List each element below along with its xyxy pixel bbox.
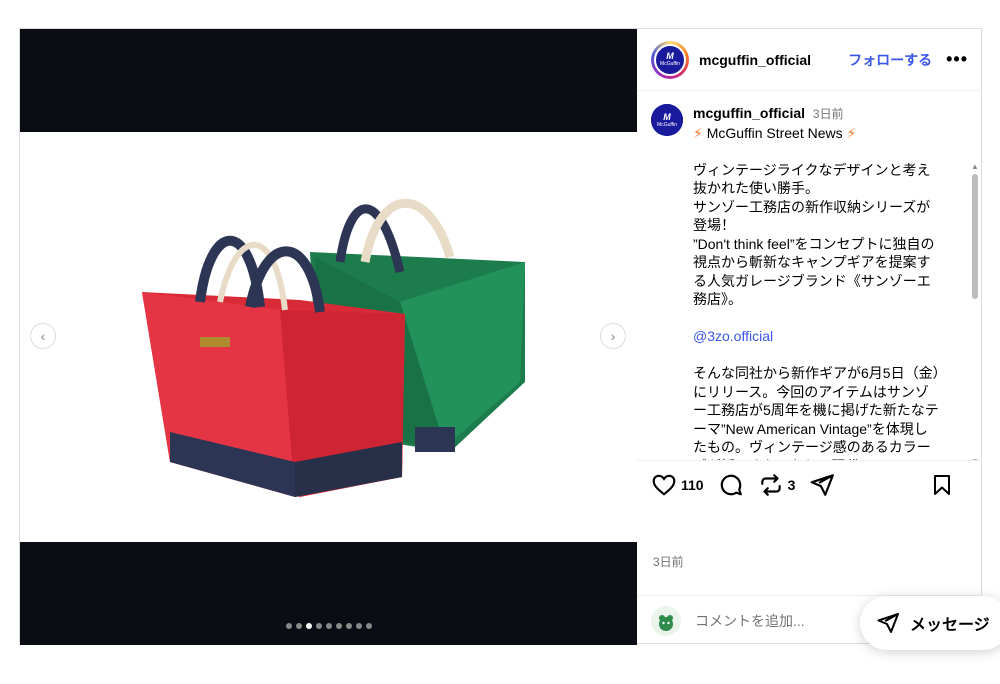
post-header: M McGuffin mcguffin_official フォローする ••• — [637, 29, 982, 91]
heart-icon — [652, 474, 676, 496]
caption-row: M McGuffin mcguffin_official 3日前 ⚡ McGuf… — [637, 92, 982, 460]
comment-input[interactable]: コメントを追加... — [695, 611, 805, 631]
follow-button[interactable]: フォローする — [848, 50, 932, 70]
carousel-next-button[interactable]: › — [600, 323, 626, 349]
lightning-icon: ⚡ — [693, 124, 703, 141]
carousel-dot — [285, 623, 292, 629]
caption-paragraph-2: そんな同社から新作ギアが6月5日（金） にリリース。今回のアイテムはサンゾ ー工務店… — [693, 364, 951, 460]
repost-button[interactable]: 3 — [758, 472, 796, 498]
carousel-prev-button[interactable]: ‹ — [30, 323, 56, 349]
caption-paragraph-1: ヴィンテージライクなデザインと考え 抜かれた使い勝手。サンゾー工務店の新作収納シリ… — [693, 161, 951, 309]
caption-line: 登場！ — [693, 217, 735, 233]
caption-line: 務店》。 — [693, 291, 742, 307]
save-button[interactable] — [930, 473, 954, 497]
carousel-indicator — [20, 623, 637, 629]
account-avatar[interactable]: M McGuffin — [651, 40, 689, 79]
carousel-dot — [355, 623, 362, 629]
brand-logo-text: McGuffin — [660, 61, 680, 67]
like-count: 110 — [681, 476, 704, 493]
post-media: ‹ › — [20, 29, 637, 645]
user-avatar — [651, 605, 681, 636]
more-options-icon[interactable]: ••• — [946, 49, 968, 70]
caption-line: ー工務店が5周年を機に掲げた新たなテ — [693, 402, 939, 418]
repost-count: 3 — [787, 476, 796, 493]
caption-line: 抜かれた使い勝手。 — [693, 180, 819, 196]
send-icon — [877, 613, 899, 633]
brand-logo-mark: M — [663, 111, 671, 122]
caption-line: ヴィンテージライクなデザインと考え — [693, 161, 931, 178]
caption-username[interactable]: mcguffin_official — [693, 105, 805, 121]
share-button[interactable] — [809, 472, 835, 498]
caption-title: McGuffin Street News — [702, 124, 847, 141]
tote-bags-image — [20, 132, 637, 542]
chevron-right-icon: › — [610, 328, 616, 344]
brand-logo-mark: M — [666, 51, 674, 61]
caption-line: たもの。ヴィンテージ感のあるカラー — [693, 439, 931, 455]
post-date: 3日前 — [653, 555, 684, 569]
caption-title-line: ⚡ McGuffin Street News ⚡ — [693, 124, 951, 143]
caption-line: サンゾー工務店の新作収納シリーズが — [693, 198, 931, 215]
caption-line: 視点から斬新なキャンプギアを提案す — [693, 254, 931, 270]
carousel-dot — [305, 623, 312, 629]
caption-section: M McGuffin mcguffin_official 3日前 ⚡ McGuf… — [637, 92, 982, 460]
caption-time: 3日前 — [812, 107, 844, 121]
scroll-up-icon[interactable]: ▲ — [971, 162, 979, 171]
bookmark-icon — [934, 474, 950, 495]
messages-button[interactable]: メッセージ — [860, 596, 1000, 650]
carousel-dot — [325, 623, 332, 629]
caption-line: ”Don't think feel”をコンセプトに独自の — [693, 235, 935, 252]
scrollbar-thumb[interactable] — [972, 174, 978, 299]
send-icon — [811, 473, 835, 496]
carousel-dot — [315, 623, 322, 629]
carousel-dot — [295, 623, 302, 629]
post-dialog: ‹ › M McGuffin mcguffin_official フォローする … — [19, 28, 982, 645]
caption-avatar[interactable]: M McGuffin — [651, 104, 683, 136]
caption-line: る人気ガレージブランド《サンゾーエ — [693, 272, 931, 289]
carousel-dot — [335, 623, 342, 629]
chevron-left-icon: ‹ — [40, 328, 46, 344]
mention-link[interactable]: @3zo.official — [693, 328, 773, 344]
carousel-dot — [345, 623, 352, 629]
caption-scrollbar[interactable]: ▲ ▼ — [971, 162, 979, 460]
like-button[interactable]: 110 — [651, 472, 704, 498]
caption-line: そんな同社から新作ギアが6月5日（金） — [693, 365, 947, 381]
post-sidebar: M McGuffin mcguffin_official フォローする ••• … — [637, 29, 982, 645]
lightning-icon: ⚡ — [846, 124, 857, 141]
user-avatar-icon — [659, 614, 673, 631]
action-bar: 110 3 — [637, 460, 982, 508]
caption-line: にリリース。今回のアイテムはサンゾ — [693, 383, 929, 400]
account-username[interactable]: mcguffin_official — [699, 52, 811, 68]
caption-text: mcguffin_official 3日前 ⚡ McGuffin Street … — [693, 104, 951, 460]
caption-line: ーマ”New American Vintage”を体現し — [693, 420, 928, 437]
carousel-dot — [365, 623, 372, 629]
comment-button[interactable] — [718, 472, 744, 498]
product-photo — [20, 132, 637, 542]
repost-icon — [760, 473, 781, 496]
messages-label: メッセージ — [910, 617, 990, 634]
comment-icon — [720, 474, 742, 495]
brand-logo-text: McGuffin — [657, 121, 677, 128]
